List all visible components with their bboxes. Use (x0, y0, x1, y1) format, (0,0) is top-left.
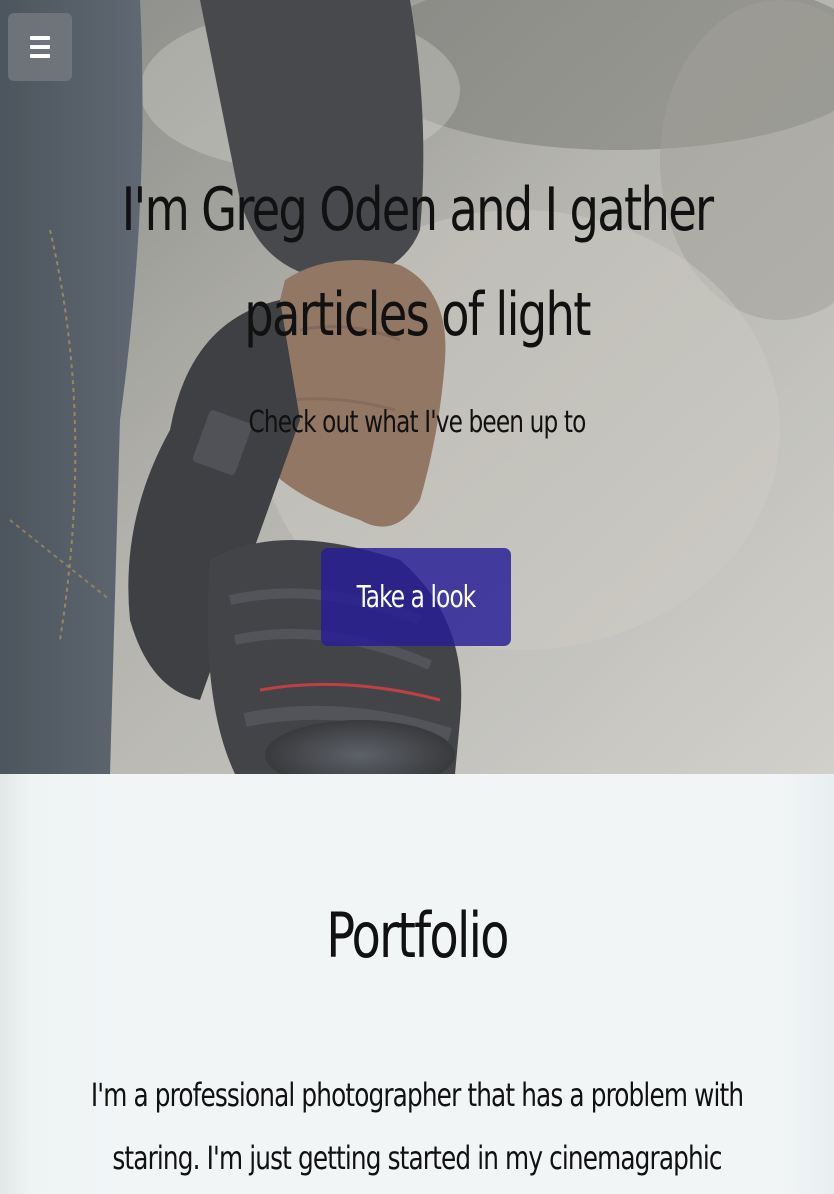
hero-subtitle: Check out what I've been up to (248, 405, 587, 440)
menu-button[interactable] (8, 13, 72, 81)
portfolio-title: Portfolio (326, 899, 509, 972)
hero-background-photo (0, 0, 834, 774)
hero-section: I'm Greg Oden and I gather particles of … (0, 0, 834, 774)
take-a-look-label: Take a look (356, 579, 477, 615)
hamburger-menu-icon (30, 36, 50, 58)
hero-title: I'm Greg Oden and I gather particles of … (121, 175, 715, 350)
portfolio-section: Portfolio I'm a professional photographe… (0, 774, 834, 1194)
take-a-look-button[interactable]: Take a look (321, 548, 511, 646)
portfolio-description: I'm a professional photographer that has… (90, 1076, 744, 1177)
